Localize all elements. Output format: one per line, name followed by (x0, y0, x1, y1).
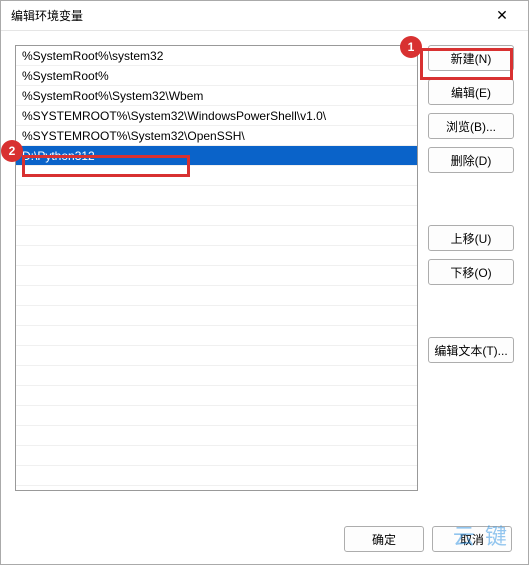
new-button[interactable]: 新建(N) (428, 45, 514, 71)
movedown-button-label: 下移(O) (450, 264, 491, 281)
list-item[interactable]: . (16, 186, 417, 206)
list-item[interactable]: . (16, 446, 417, 466)
list-item[interactable]: . (16, 306, 417, 326)
dialog-content: %SystemRoot%\system32%SystemRoot%%System… (1, 31, 528, 514)
list-item[interactable]: D:\Python312 (16, 146, 417, 166)
list-item[interactable]: . (16, 406, 417, 426)
delete-button[interactable]: 删除(D) (428, 147, 514, 173)
list-item[interactable]: . (16, 226, 417, 246)
cancel-button[interactable]: 取消 (432, 526, 512, 552)
list-item[interactable]: . (16, 206, 417, 226)
ok-button[interactable]: 确定 (344, 526, 424, 552)
edit-button[interactable]: 编辑(E) (428, 79, 514, 105)
list-item[interactable]: . (16, 426, 417, 446)
list-item[interactable]: . (16, 346, 417, 366)
list-item[interactable]: . (16, 326, 417, 346)
dialog-footer: 确定 取消 (1, 514, 528, 564)
moveup-button-label: 上移(U) (451, 230, 492, 247)
dialog-title: 编辑环境变量 (11, 7, 83, 24)
list-item[interactable]: %SYSTEMROOT%\System32\WindowsPowerShell\… (16, 106, 417, 126)
browse-button[interactable]: 浏览(B)... (428, 113, 514, 139)
edittext-button[interactable]: 编辑文本(T)... (428, 337, 514, 363)
list-item[interactable]: %SystemRoot%\system32 (16, 46, 417, 66)
close-icon[interactable]: ✕ (482, 3, 522, 29)
list-item[interactable]: . (16, 366, 417, 386)
button-column: 新建(N) 编辑(E) 浏览(B)... 删除(D) 上移(U) 下移(O) 编… (428, 45, 514, 500)
titlebar: 编辑环境变量 ✕ (1, 1, 528, 31)
path-listbox[interactable]: %SystemRoot%\system32%SystemRoot%%System… (15, 45, 418, 491)
list-item[interactable]: %SystemRoot%\System32\Wbem (16, 86, 417, 106)
env-var-dialog: 编辑环境变量 ✕ %SystemRoot%\system32%SystemRoo… (0, 0, 529, 565)
browse-button-label: 浏览(B)... (446, 118, 496, 135)
list-item[interactable]: . (16, 386, 417, 406)
cancel-button-label: 取消 (460, 531, 484, 548)
list-item[interactable]: . (16, 466, 417, 486)
edittext-button-label: 编辑文本(T)... (434, 342, 507, 359)
movedown-button[interactable]: 下移(O) (428, 259, 514, 285)
list-item[interactable]: . (16, 166, 417, 186)
list-item[interactable]: %SYSTEMROOT%\System32\OpenSSH\ (16, 126, 417, 146)
delete-button-label: 删除(D) (451, 152, 492, 169)
new-button-label: 新建(N) (451, 50, 492, 67)
moveup-button[interactable]: 上移(U) (428, 225, 514, 251)
edit-button-label: 编辑(E) (451, 84, 491, 101)
list-item[interactable]: . (16, 266, 417, 286)
list-item[interactable]: . (16, 246, 417, 266)
list-item[interactable]: %SystemRoot% (16, 66, 417, 86)
list-item[interactable]: . (16, 286, 417, 306)
ok-button-label: 确定 (372, 531, 396, 548)
